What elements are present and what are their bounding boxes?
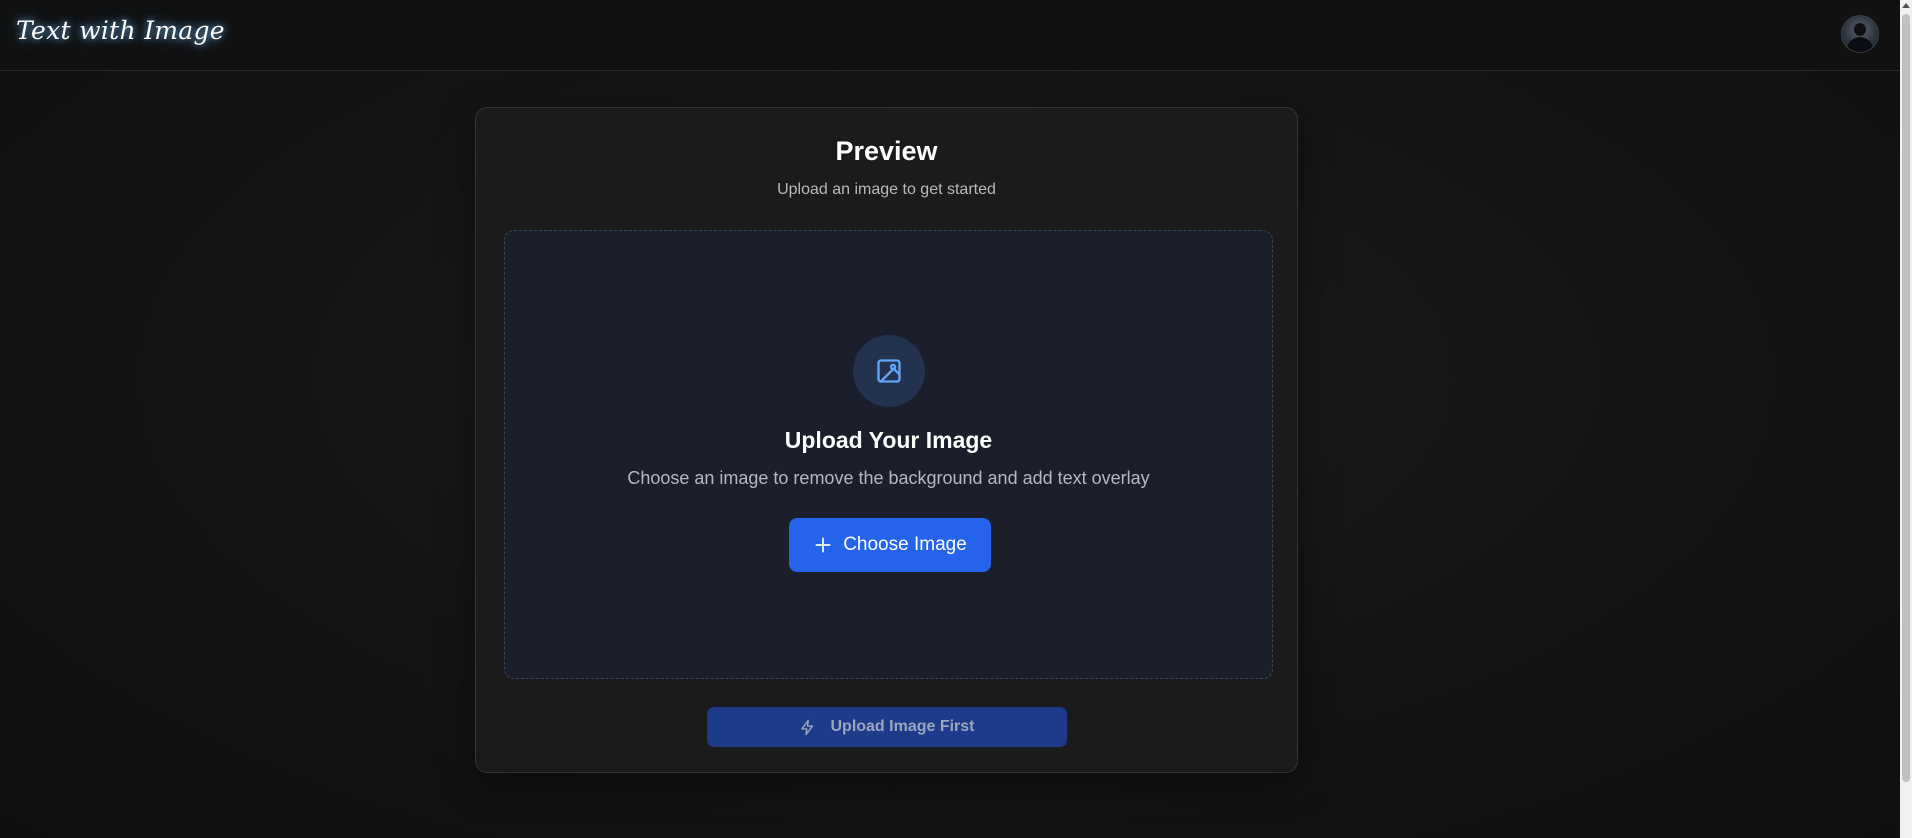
brand-logo[interactable]: Text with Image — [16, 16, 225, 45]
dropzone-description: Choose an image to remove the background… — [627, 468, 1150, 488]
image-icon-badge — [853, 335, 925, 407]
plus-icon — [815, 537, 831, 553]
dropzone-title: Upload Your Image — [784, 427, 993, 453]
lightning-icon — [801, 719, 814, 735]
preview-card: Preview Upload an image to get started U… — [475, 107, 1298, 773]
avatar-head — [1854, 23, 1866, 36]
scrollbar-thumb[interactable] — [1902, 14, 1910, 782]
app-header: Text with Image — [0, 0, 1900, 71]
scroll-up-arrow-icon[interactable] — [1902, 3, 1910, 8]
upload-image-first-button[interactable]: Upload Image First — [707, 707, 1067, 747]
image-dropzone[interactable]: Upload Your Image Choose an image to rem… — [504, 230, 1273, 679]
choose-image-button[interactable]: Choose Image — [789, 518, 991, 572]
card-subtitle: Upload an image to get started — [777, 181, 996, 198]
avatar-shoulders — [1847, 37, 1873, 52]
image-icon — [877, 359, 901, 383]
user-avatar[interactable] — [1841, 15, 1879, 53]
card-title: Preview — [835, 136, 938, 166]
page-scrollbar[interactable] — [1900, 0, 1912, 838]
choose-image-label: Choose Image — [843, 534, 967, 555]
upload-image-first-label: Upload Image First — [830, 718, 975, 735]
